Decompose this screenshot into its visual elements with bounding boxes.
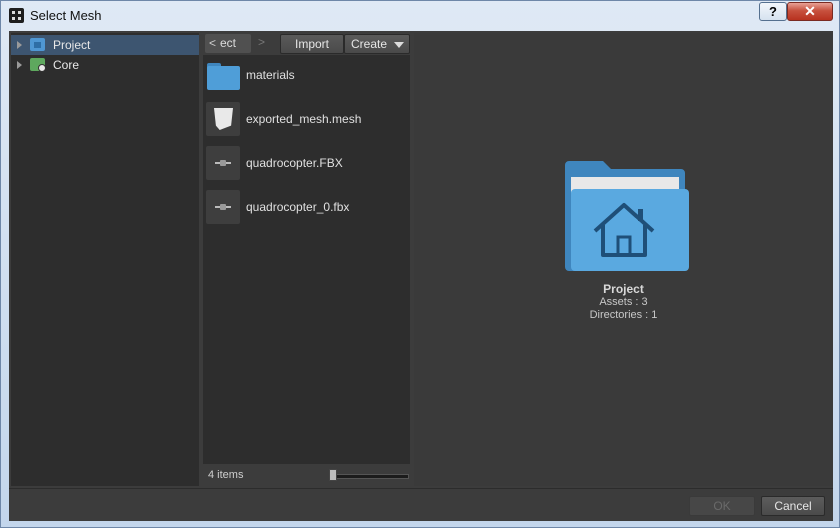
zoom-slider[interactable]: [333, 474, 409, 479]
directory-tree[interactable]: Project Core: [11, 33, 199, 486]
forward-button[interactable]: >: [258, 35, 265, 49]
preview-directories: Directories : 1: [589, 309, 658, 321]
project-home-folder-icon: [565, 161, 689, 271]
tree-item-label: Project: [53, 38, 91, 52]
core-package-icon: [30, 58, 46, 72]
model-icon: [206, 190, 240, 224]
create-button-label: Create: [350, 37, 388, 51]
import-button[interactable]: Import: [280, 34, 344, 54]
item-count: 4 items: [208, 469, 244, 481]
browser-status-bar: 4 items: [203, 464, 410, 486]
dialog-button-bar: OK Cancel: [9, 488, 833, 521]
tree-item-project[interactable]: Project: [11, 35, 199, 55]
create-button[interactable]: Create: [344, 34, 410, 54]
file-name: quadrocopter_0.fbx: [246, 200, 350, 214]
mesh-icon: [206, 102, 240, 136]
list-item[interactable]: exported_mesh.mesh: [203, 99, 410, 139]
file-name: materials: [246, 68, 295, 82]
app-icon: [9, 8, 24, 23]
title-bar[interactable]: Select Mesh ? ✕: [1, 1, 839, 31]
file-name: exported_mesh.mesh: [246, 112, 362, 126]
list-item[interactable]: materials: [203, 55, 410, 95]
dialog-content: Project Core < ect > Import Create mater…: [9, 31, 833, 521]
project-folder-icon: [30, 38, 45, 51]
preview-panel: Project Assets : 3 Directories : 1: [414, 33, 833, 486]
file-name: quadrocopter.FBX: [246, 156, 343, 170]
ok-button[interactable]: OK: [689, 496, 755, 516]
dialog-window: Select Mesh ? ✕ Project Core < ect > Imp…: [0, 0, 840, 528]
file-list[interactable]: materials exported_mesh.mesh quadrocopte…: [203, 55, 410, 464]
asset-browser: < ect > Import Create materials exported…: [203, 33, 410, 486]
zoom-slider-handle[interactable]: [329, 469, 337, 481]
list-item[interactable]: quadrocopter_0.fbx: [203, 187, 410, 227]
help-button[interactable]: ?: [759, 2, 787, 21]
window-title: Select Mesh: [30, 8, 102, 23]
back-button[interactable]: < ect: [205, 34, 251, 53]
tree-item-label: Core: [53, 58, 80, 72]
folder-icon: [206, 58, 240, 92]
browser-toolbar: < ect > Import Create: [203, 33, 410, 55]
back-chevron-icon: <: [209, 36, 217, 50]
chevron-down-icon: [394, 42, 404, 48]
expand-arrow-icon[interactable]: [17, 61, 22, 69]
preview-title: Project: [603, 282, 644, 296]
close-button[interactable]: ✕: [787, 2, 833, 21]
expand-arrow-icon[interactable]: [17, 41, 22, 49]
breadcrumb: ect: [220, 36, 237, 50]
cancel-button[interactable]: Cancel: [761, 496, 825, 516]
list-item[interactable]: quadrocopter.FBX: [203, 143, 410, 183]
model-icon: [206, 146, 240, 180]
preview-assets: Assets : 3: [599, 296, 648, 308]
tree-item-core[interactable]: Core: [11, 55, 199, 75]
